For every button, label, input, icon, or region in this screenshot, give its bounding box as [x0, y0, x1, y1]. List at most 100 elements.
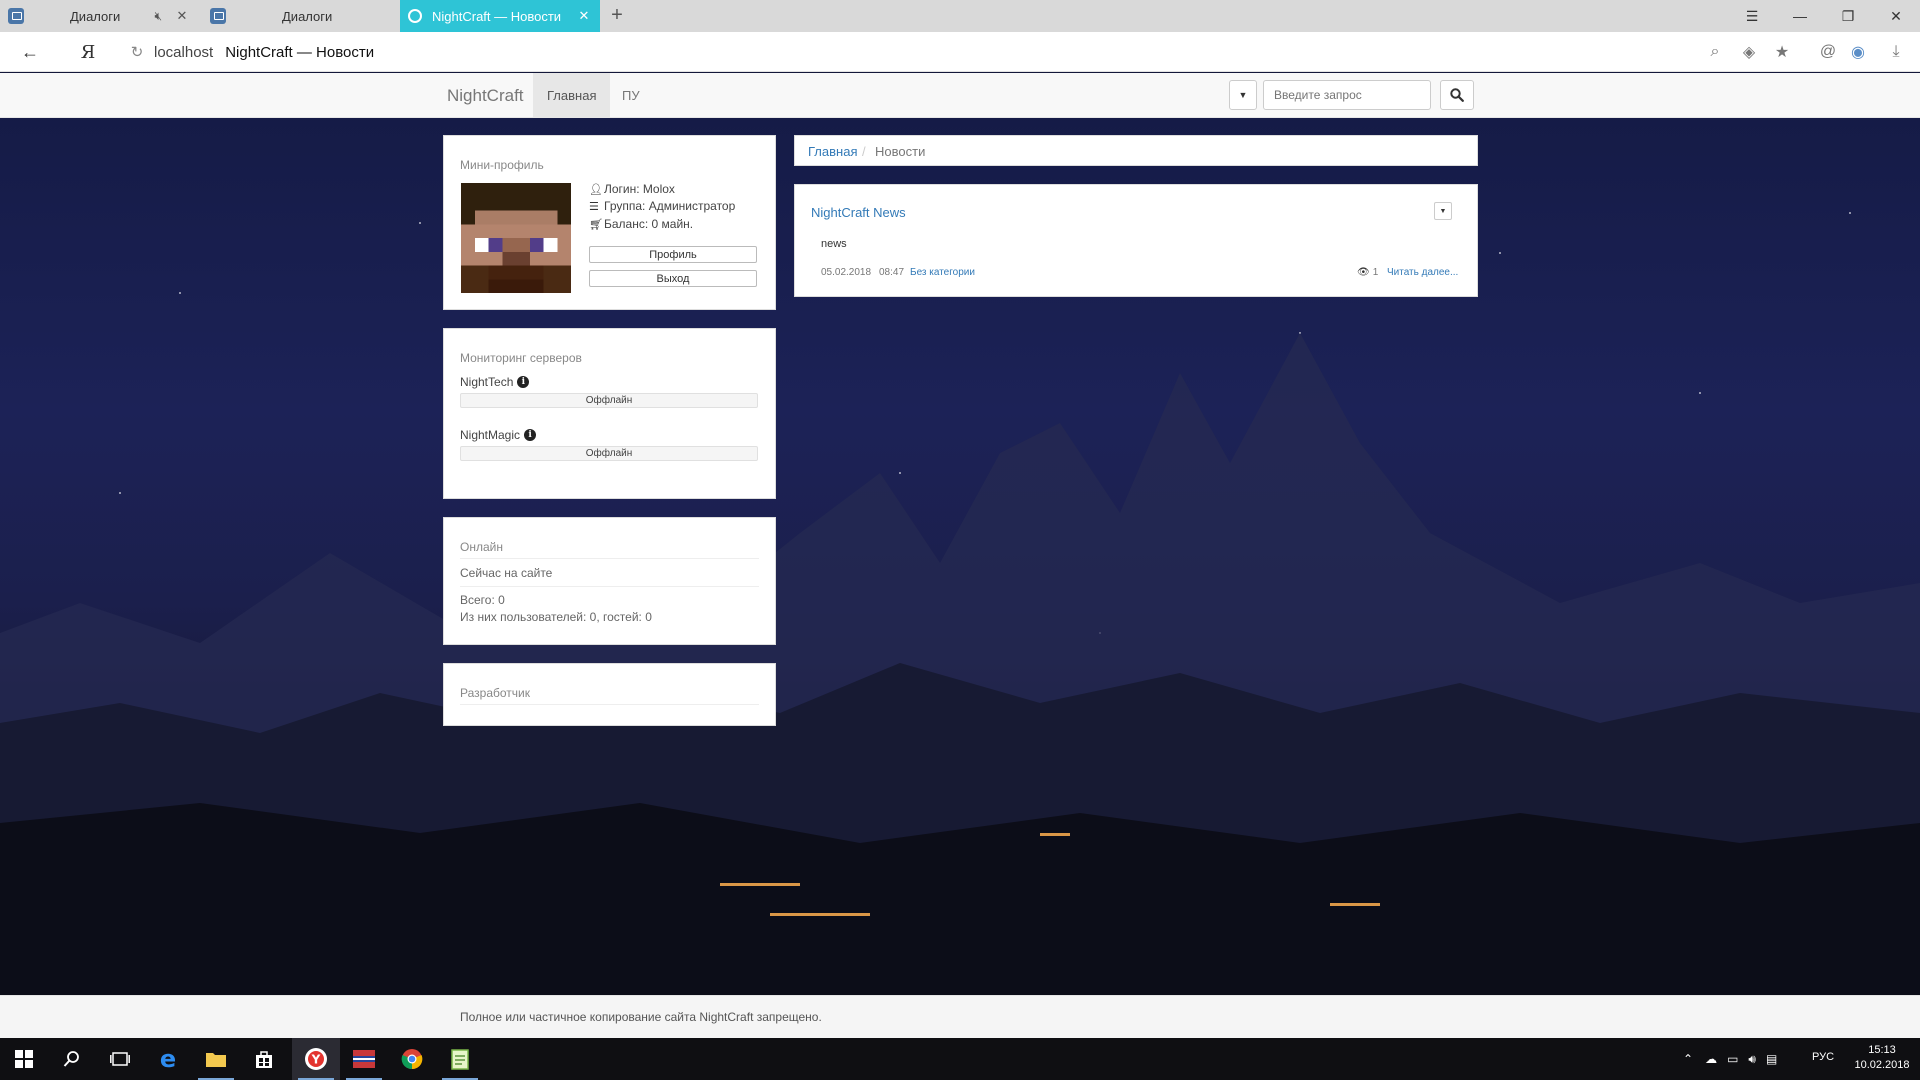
download-icon[interactable]: ⤓ [1884, 40, 1908, 64]
logout-button[interactable]: Выход [589, 270, 757, 287]
task-view-button[interactable] [96, 1038, 144, 1080]
server-monitoring-panel: Мониторинг серверов NightTech i Оффлайн … [443, 328, 776, 499]
network-icon[interactable]: ▭ [1727, 1052, 1738, 1066]
restore-button[interactable]: ❐ [1824, 0, 1872, 32]
server-name-text: NightMagic [460, 428, 521, 442]
nav-item-control-panel[interactable]: ПУ [608, 73, 654, 118]
taskbar-explorer[interactable] [192, 1038, 240, 1080]
server-name-text: NightTech [460, 375, 514, 389]
store-icon [256, 1051, 272, 1068]
turbo-icon[interactable]: ◉ [1846, 40, 1870, 64]
server-status-bar: Оффлайн [460, 393, 758, 408]
chrome-icon [401, 1049, 423, 1070]
close-icon[interactable]: ✕ [174, 8, 190, 24]
taskbar-yandex-browser[interactable]: Y [292, 1038, 340, 1080]
windows-taskbar: e Y ⌃ ☁ ▭ 🔊︎ ▤ РУС 15:13 10.02.2018 [0, 1038, 1920, 1080]
start-button[interactable] [0, 1038, 48, 1080]
profile-button[interactable]: Профиль [589, 246, 757, 263]
menu-icon[interactable]: ☰ [1728, 0, 1776, 32]
background-landscape [0, 333, 1920, 1038]
login-text: Логин: Molox [604, 182, 675, 196]
info-icon[interactable]: i [517, 376, 530, 388]
browser-tab-active[interactable]: NightCraft — Новости ✕ [400, 0, 600, 32]
browser-tab[interactable]: Диалоги 🔇︎ ✕ [0, 0, 198, 32]
taskbar-app[interactable] [340, 1038, 388, 1080]
clock-date: 10.02.2018 [1854, 1059, 1910, 1071]
task-view-icon [110, 1052, 130, 1066]
taskbar-store[interactable] [240, 1038, 288, 1080]
online-breakdown: Из них пользователей: 0, гостей: 0 [460, 610, 652, 624]
chevron-up-icon[interactable]: ⌃ [1683, 1052, 1693, 1066]
protect-icon[interactable]: ◈ [1737, 40, 1761, 64]
search-input[interactable] [1263, 80, 1431, 110]
site-navbar: NightCraft Главная ПУ ▼ [0, 73, 1920, 118]
panel-title: Разработчик [460, 686, 530, 700]
url-host: localhost [154, 43, 214, 61]
news-options-button[interactable]: ▼ [1434, 202, 1452, 220]
speaker-mute-icon[interactable]: 🔇︎ [154, 9, 162, 24]
breadcrumb-current: Новости [875, 144, 926, 159]
search-icon [1450, 88, 1464, 102]
eye-icon: 👁︎ [1357, 267, 1370, 278]
folder-icon [206, 1053, 226, 1067]
close-icon[interactable]: ✕ [576, 8, 592, 24]
taskbar-edge[interactable]: e [144, 1038, 192, 1080]
views-count: 1 [1372, 267, 1379, 278]
search-icon[interactable]: ⌕ [1703, 40, 1727, 64]
server-name: NightMagic i [460, 428, 537, 442]
language-indicator[interactable]: РУС [1812, 1051, 1834, 1063]
list-icon: ☰ [589, 200, 599, 213]
mini-profile-panel: Мини-профиль 👤︎ Логин: Molox ☰ Группа: А… [443, 135, 776, 310]
new-tab-button[interactable]: + [605, 4, 629, 27]
search-dropdown-button[interactable]: ▼ [1229, 80, 1257, 110]
url-field[interactable]: ↻ localhost NightCraft — Новости [120, 36, 1700, 68]
reload-icon[interactable]: ↻ [120, 43, 154, 61]
login-info: 👤︎ Логин: Molox [589, 182, 675, 196]
cloud-icon[interactable]: ☁ [1705, 1052, 1717, 1066]
panel-title: Онлайн [460, 540, 503, 554]
server-status-bar: Оффлайн [460, 446, 758, 461]
search-icon [63, 1051, 79, 1067]
taskbar-search-button[interactable] [48, 1038, 96, 1080]
yandex-browser-icon: Y [305, 1048, 327, 1070]
online-total: Всего: 0 [460, 593, 505, 607]
breadcrumb-separator: / [862, 144, 866, 159]
news-category-link[interactable]: Без категории [910, 267, 975, 278]
footer-copyright: Полное или частичное копирование сайта N… [460, 1010, 822, 1024]
minimize-button[interactable]: — [1776, 0, 1824, 32]
developer-panel: Разработчик [443, 663, 776, 726]
taskbar-chrome[interactable] [388, 1038, 436, 1080]
yandex-icon[interactable]: Я [70, 32, 106, 72]
caret-down-icon: ▼ [1238, 90, 1248, 100]
balance-info: 🛒︎ Баланс: 0 майн. [589, 217, 693, 231]
star-icon[interactable]: ★ [1770, 40, 1794, 64]
close-window-button[interactable]: ✕ [1872, 0, 1920, 32]
panel-title: Мини-профиль [460, 158, 544, 172]
breadcrumb-home-link[interactable]: Главная [808, 144, 857, 159]
news-title-link[interactable]: NightCraft News [811, 205, 906, 220]
nav-item-home[interactable]: Главная [533, 73, 611, 118]
server-name: NightTech i [460, 375, 530, 389]
divider [460, 558, 759, 559]
clock[interactable]: 15:13 10.02.2018 [1848, 1043, 1916, 1073]
news-item: NightCraft News ▼ news 05.02.2018 08:47 … [794, 184, 1478, 297]
caret-down-icon: ▼ [1439, 207, 1447, 215]
news-date: 05.02.2018 [821, 267, 872, 278]
back-arrow-icon[interactable]: ← [12, 32, 48, 72]
news-body: news [821, 238, 847, 250]
browser-tab[interactable]: Диалоги [202, 0, 398, 32]
panel-title: Мониторинг серверов [460, 351, 582, 365]
cart-icon: 🛒︎ [589, 218, 603, 231]
windows-icon [15, 1050, 33, 1068]
system-tray: ⌃ ☁ ▭ 🔊︎ ▤ [1683, 1038, 1777, 1080]
group-info: ☰ Группа: Администратор [589, 199, 735, 213]
site-brand[interactable]: NightCraft [447, 73, 524, 118]
search-button[interactable] [1440, 80, 1474, 110]
extension-icon[interactable]: @ [1816, 40, 1840, 64]
taskbar-notepad[interactable] [436, 1038, 484, 1080]
user-icon: 👤︎ [589, 183, 603, 196]
info-icon[interactable]: i [524, 429, 537, 441]
read-more-link[interactable]: Читать далее... [1387, 267, 1458, 278]
notification-icon[interactable]: ▤ [1766, 1052, 1777, 1066]
volume-icon[interactable]: 🔊︎ [1748, 1052, 1756, 1067]
